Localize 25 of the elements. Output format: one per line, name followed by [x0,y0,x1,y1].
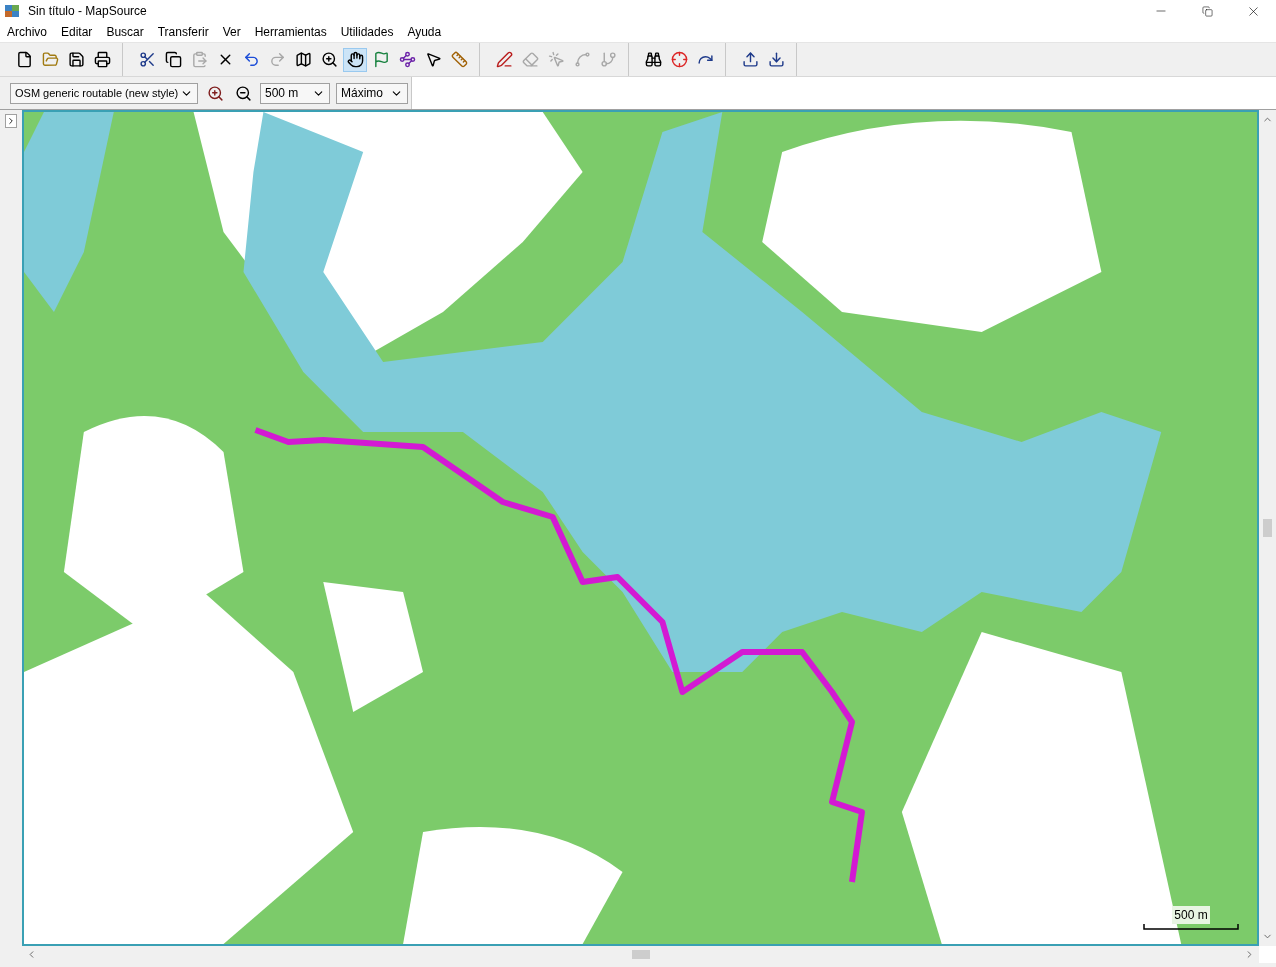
dropdown-value: OSM generic routable (new style) [15,85,179,101]
menu-item[interactable]: Ayuda [400,22,449,42]
dropdown-value: 500 m [265,85,299,102]
menu-item[interactable]: Buscar [99,22,151,42]
detail-dropdown[interactable]: Máximo [336,82,408,104]
vertical-scrollbar[interactable] [1259,110,1276,946]
menu-item[interactable]: Ver [215,22,248,42]
hand-icon[interactable] [343,47,367,72]
expand-panel-button[interactable] [5,114,17,128]
zoom-scale-dropdown[interactable]: 500 m [260,82,330,104]
caret-icon [6,116,16,126]
scroll-thumb[interactable] [1263,519,1272,537]
window-title: Sin título - MapSource [28,3,147,20]
restore-icon [1201,5,1213,17]
menu-item[interactable]: Transferir [150,22,216,42]
dropdown-value: Máximo [341,85,383,102]
menu-item[interactable]: Archivo [0,22,54,42]
menu-item[interactable]: Editar [54,22,100,42]
menu-item[interactable]: Utilidades [333,22,401,42]
app-icon [4,3,20,19]
scale-bar-icon [1143,924,1239,930]
scroll-thumb[interactable] [631,950,650,959]
map-product-dropdown[interactable]: OSM generic routable (new style) [10,82,198,104]
menu-item[interactable]: Herramientas [247,22,334,42]
scale-label: 500 m [1172,906,1210,924]
